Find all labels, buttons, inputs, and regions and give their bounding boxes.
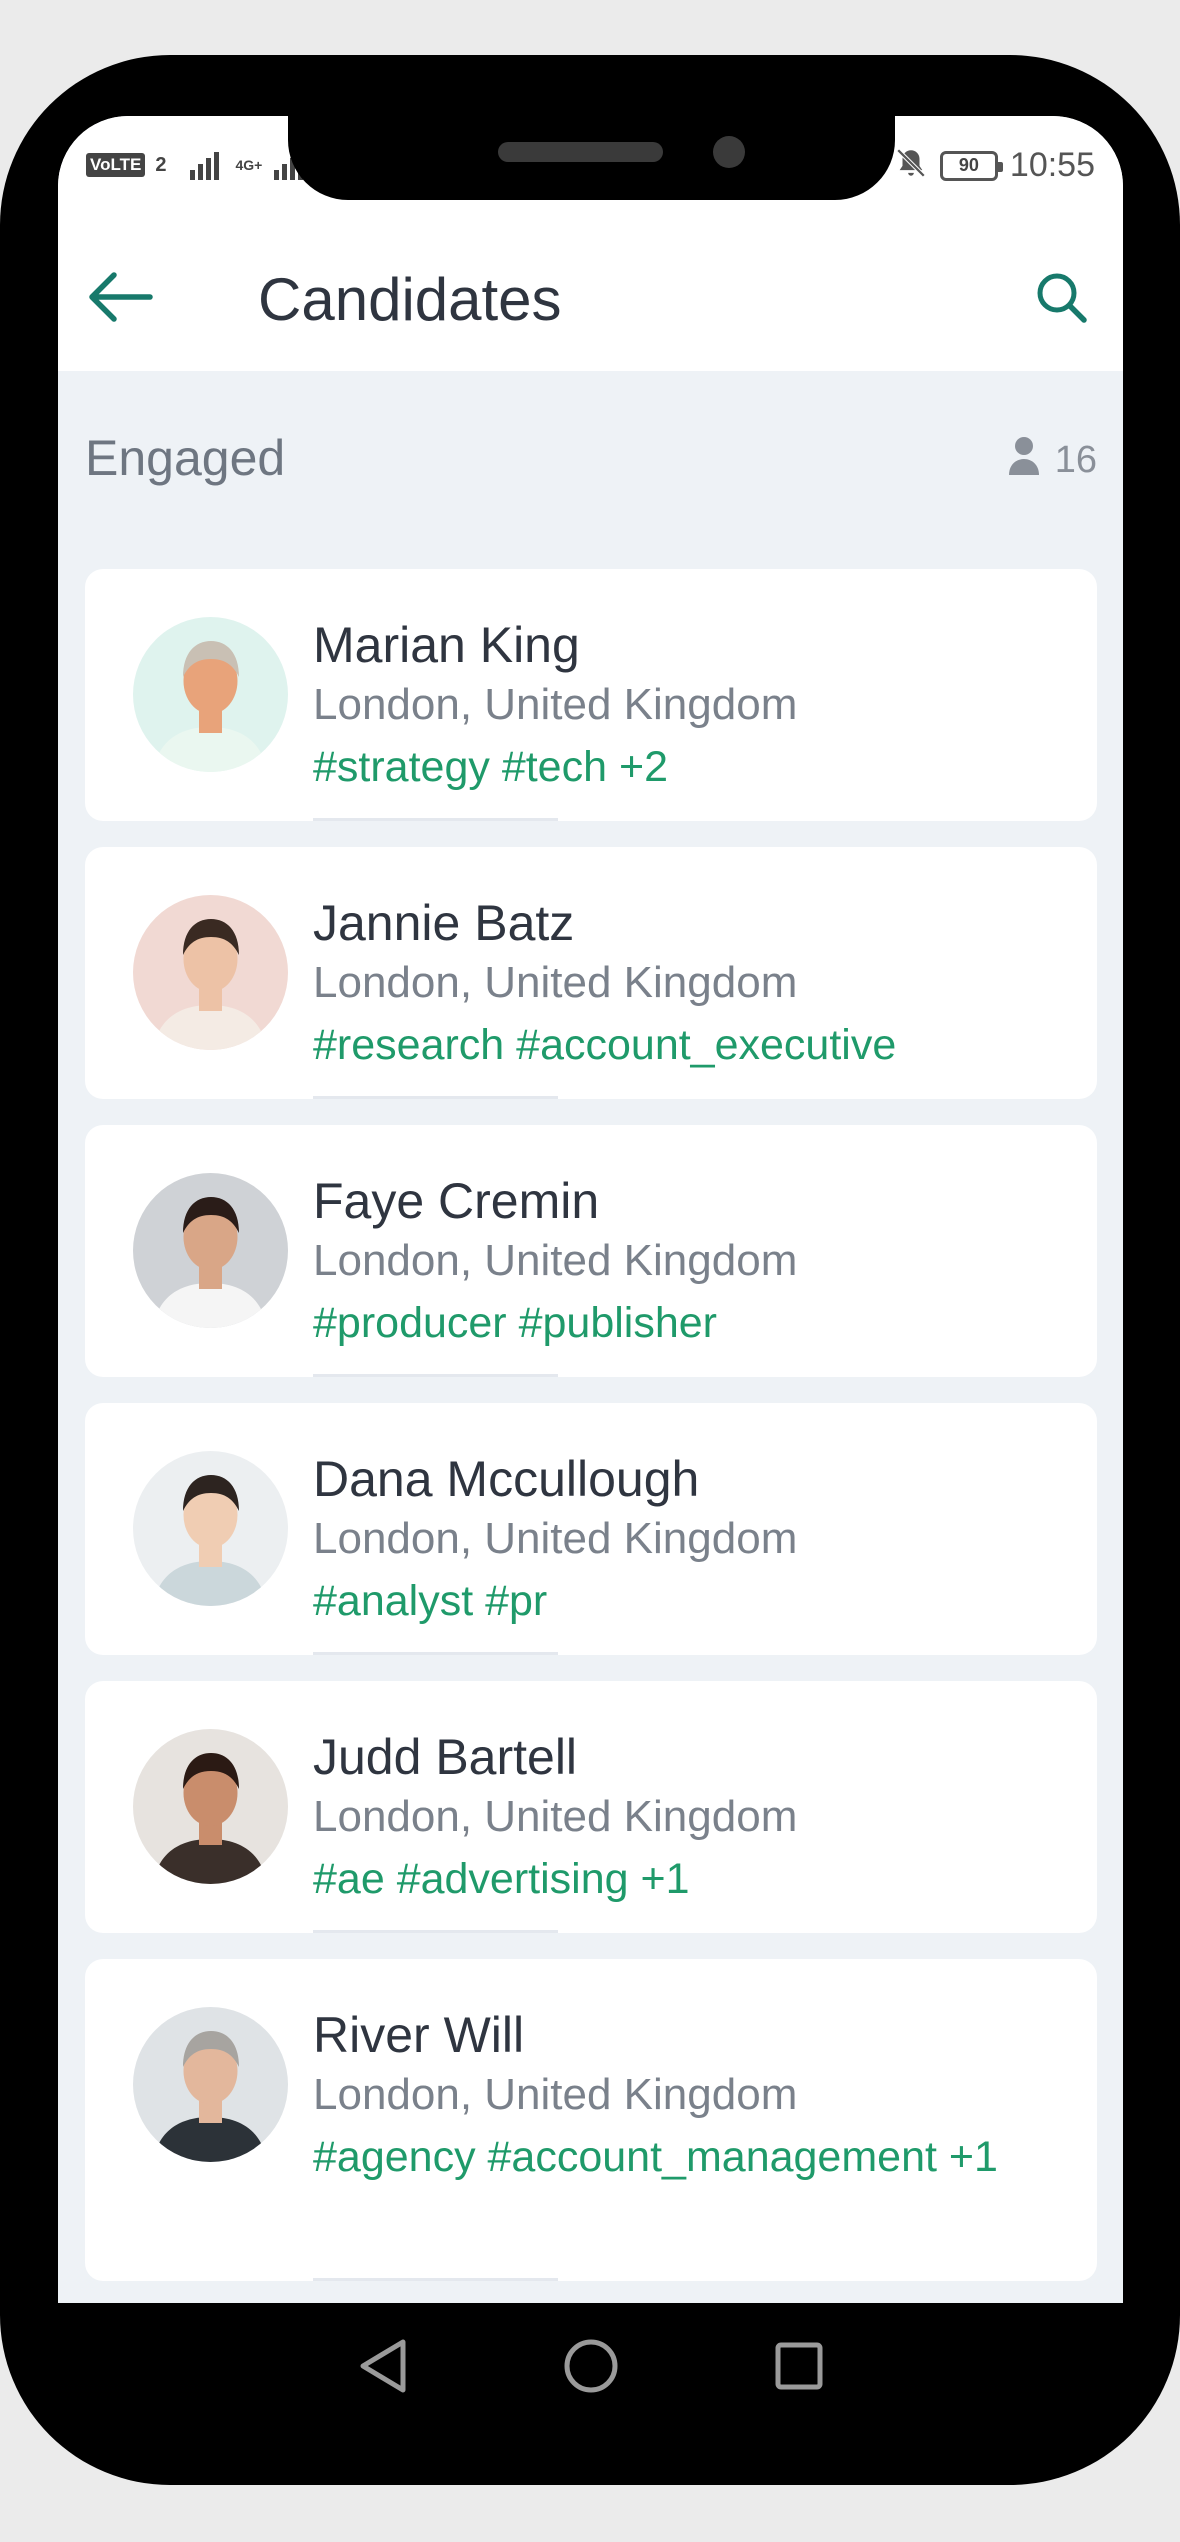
card-divider [313, 1652, 558, 1655]
card-divider [313, 2278, 558, 2281]
status-bar: VoLTE 2 4G+ 90 10:55 [58, 116, 1123, 231]
section-header: Engaged 16 [85, 421, 1097, 491]
candidate-location: London, United Kingdom [313, 958, 798, 1007]
candidate-tags[interactable]: #ae #advertising +1 [313, 1846, 1057, 1912]
back-button[interactable] [80, 259, 160, 339]
bell-muted-icon [894, 146, 928, 185]
app-bar: Candidates [58, 231, 1123, 371]
person-icon [1007, 435, 1041, 485]
arrow-left-icon [84, 269, 156, 330]
avatar [133, 895, 288, 1050]
avatar [133, 1451, 288, 1606]
status-left: VoLTE 2 4G+ [86, 150, 304, 180]
card-divider [313, 1096, 558, 1099]
candidate-location: London, United Kingdom [313, 1514, 798, 1563]
candidate-list: Marian King London, United Kingdom #stra… [85, 569, 1097, 2358]
card-divider [313, 818, 558, 821]
candidate-location: London, United Kingdom [313, 680, 798, 729]
candidate-name: Jannie Batz [313, 895, 575, 951]
nav-recents-button[interactable] [764, 2333, 834, 2403]
candidate-name: Marian King [313, 617, 580, 673]
sim-indicator: 2 [155, 153, 167, 176]
candidate-name: River Will [313, 2007, 525, 2063]
signal-icon [190, 150, 220, 180]
front-camera [713, 136, 745, 168]
candidate-location: London, United Kingdom [313, 1792, 798, 1841]
search-icon [1033, 269, 1089, 330]
candidate-tags[interactable]: #analyst #pr [313, 1568, 1057, 1634]
candidate-card[interactable]: Faye Cremin London, United Kingdom #prod… [85, 1125, 1097, 1377]
system-nav-bar [58, 2303, 1123, 2433]
candidate-card[interactable]: Marian King London, United Kingdom #stra… [85, 569, 1097, 821]
candidate-tags[interactable]: #producer #publisher [313, 1290, 1057, 1356]
section-title: Engaged [85, 430, 286, 486]
candidate-name: Faye Cremin [313, 1173, 600, 1229]
nav-home-button[interactable] [556, 2333, 626, 2403]
candidate-tags[interactable]: #research #account_executive [313, 1012, 1057, 1078]
card-divider [313, 1374, 558, 1377]
circle-home-icon [562, 2337, 620, 2400]
count-value: 16 [1054, 438, 1097, 481]
clock: 10:55 [1009, 146, 1095, 184]
candidate-name: Dana Mccullough [313, 1451, 700, 1507]
notch [288, 116, 895, 200]
page-title: Candidates [258, 266, 562, 333]
battery-icon: 90 [939, 150, 1003, 181]
nav-back-button[interactable] [348, 2333, 418, 2403]
candidate-name: Judd Bartell [313, 1729, 578, 1785]
candidate-card[interactable]: Judd Bartell London, United Kingdom #ae … [85, 1681, 1097, 1933]
candidate-count: 16 [1007, 435, 1097, 485]
avatar [133, 1173, 288, 1328]
avatar [133, 2007, 288, 2162]
phone-frame: VoLTE 2 4G+ 90 10:55 Candidates Engaged … [0, 55, 1180, 2485]
square-recents-icon [773, 2340, 825, 2397]
candidate-location: London, United Kingdom [313, 1236, 798, 1285]
avatar [133, 1729, 288, 1884]
candidate-card[interactable]: Jannie Batz London, United Kingdom #rese… [85, 847, 1097, 1099]
candidate-location: London, United Kingdom [313, 2070, 798, 2119]
network-type: 4G+ [235, 157, 263, 173]
avatar [133, 617, 288, 772]
volte-badge: VoLTE [86, 153, 146, 177]
screen: VoLTE 2 4G+ 90 10:55 Candidates Engaged … [58, 116, 1123, 2358]
candidate-tags[interactable]: #strategy #tech +2 [313, 734, 1057, 800]
status-right: 90 10:55 [894, 146, 1095, 185]
triangle-back-icon [357, 2338, 409, 2399]
candidate-tags[interactable]: #agency #account_management +1 [313, 2124, 1057, 2190]
candidate-card[interactable]: Dana Mccullough London, United Kingdom #… [85, 1403, 1097, 1655]
card-divider [313, 1930, 558, 1933]
candidate-card[interactable]: River Will London, United Kingdom #agenc… [85, 1959, 1097, 2281]
speaker [498, 142, 663, 162]
search-button[interactable] [1021, 259, 1101, 339]
